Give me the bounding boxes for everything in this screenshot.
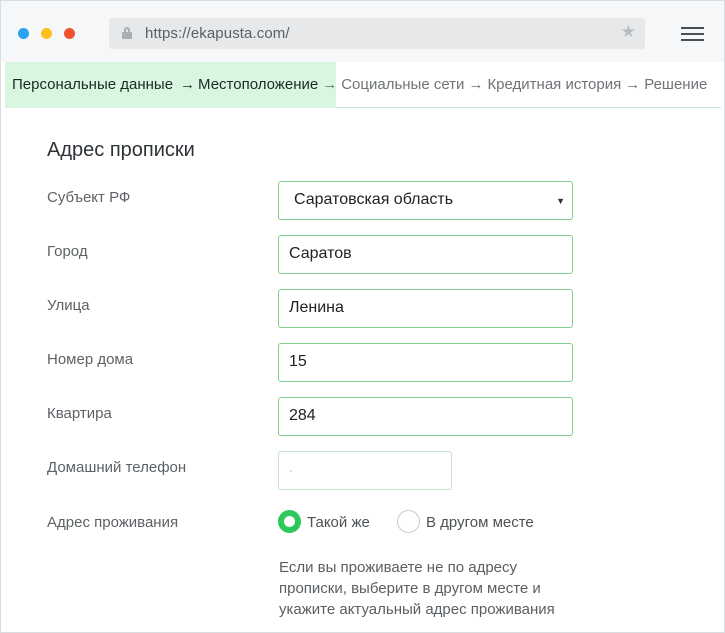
step-credit-history[interactable]: Кредитная история (487, 76, 621, 93)
house-number-input[interactable]: 15 (278, 343, 573, 382)
url-text[interactable]: https://ekapusta.com/ (145, 25, 290, 42)
step-arrow-icon: → (625, 76, 641, 93)
radio-other-address-label: В другом месте (426, 514, 534, 531)
step-arrow-icon: → (322, 76, 338, 93)
app-frame: https://ekapusta.com/ ★ Персональные дан… (0, 0, 725, 633)
step-arrow-icon: → (468, 76, 484, 93)
window-dot-yellow[interactable] (41, 28, 52, 39)
home-phone-value: - (289, 466, 293, 477)
star-icon[interactable]: ★ (621, 23, 636, 40)
radio-unchecked-icon (397, 510, 420, 533)
apartment-label: Квартира (47, 405, 112, 422)
radio-same-address[interactable]: Такой же (278, 510, 378, 534)
step-location[interactable]: Местоположение (198, 76, 318, 93)
street-label: Улица (47, 297, 90, 314)
chevron-down-icon: ▼ (556, 196, 565, 206)
address-bar[interactable]: https://ekapusta.com/ ★ (109, 18, 645, 49)
residence-hint: Если вы проживаете не по адресу прописки… (279, 559, 555, 618)
form-title: Адрес прописки (47, 139, 195, 161)
window-dot-blue[interactable] (18, 28, 29, 39)
lock-icon (122, 27, 132, 39)
region-select-value: Саратовская область (294, 191, 454, 208)
hamburger-menu-icon[interactable] (681, 27, 704, 41)
city-label: Город (47, 243, 88, 260)
region-select[interactable]: Саратовская область ▼ (278, 181, 573, 220)
step-personal-data[interactable]: Персональные данные (12, 76, 173, 93)
home-phone-input[interactable]: - (278, 451, 452, 490)
home-phone-label: Домашний телефон (47, 459, 187, 476)
step-progress-bar: Персональные данные → Местоположение → Социа… (5, 62, 721, 108)
browser-chrome: https://ekapusta.com/ ★ (1, 1, 724, 62)
city-input[interactable]: Саратов (278, 235, 573, 274)
radio-same-address-label: Такой же (307, 514, 370, 531)
step-decision[interactable]: Решение (644, 76, 707, 93)
radio-checked-icon (278, 510, 301, 533)
window-dot-red[interactable] (64, 28, 75, 39)
residence-address-label: Адрес проживания (47, 514, 179, 531)
step-social-networks[interactable]: Социальные сети (341, 76, 464, 93)
apartment-input[interactable]: 284 (278, 397, 573, 436)
radio-other-address[interactable]: В другом месте (397, 510, 542, 534)
step-arrow-icon: → (180, 76, 196, 93)
region-label: Субъект РФ (47, 189, 131, 206)
house-number-label: Номер дома (47, 351, 134, 368)
street-input[interactable]: Ленина (278, 289, 573, 328)
